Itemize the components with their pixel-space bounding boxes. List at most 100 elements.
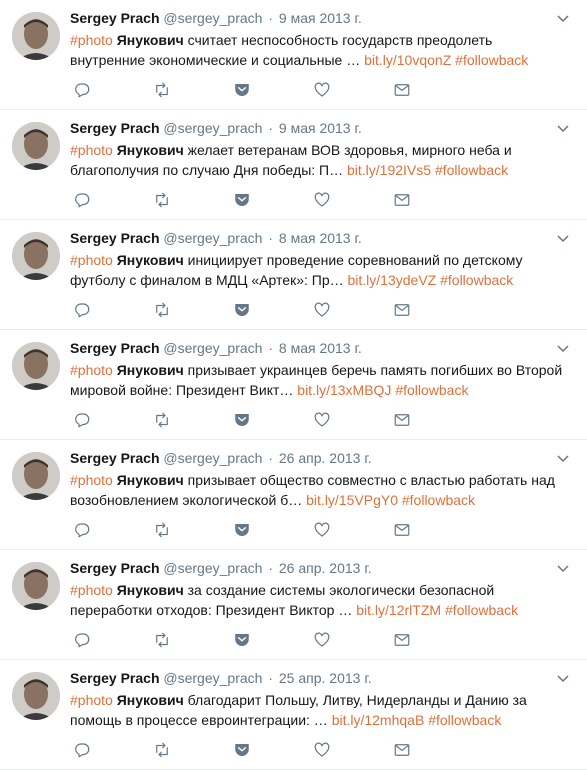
- hashtag-followback[interactable]: #followback: [440, 272, 513, 288]
- chevron-down-icon[interactable]: [555, 560, 571, 576]
- tweet-date[interactable]: 9 мая 2013 г.: [279, 120, 362, 136]
- envelope-icon[interactable]: [392, 630, 412, 650]
- tweet[interactable]: Sergey Prach @sergey_prach · 8 мая 2013 …: [0, 220, 587, 330]
- chevron-down-icon[interactable]: [555, 450, 571, 466]
- heart-icon[interactable]: [312, 410, 332, 430]
- envelope-icon[interactable]: [392, 410, 412, 430]
- tweet-date[interactable]: 8 мая 2013 г.: [279, 340, 362, 356]
- pocket-icon[interactable]: [232, 520, 252, 540]
- chevron-down-icon[interactable]: [555, 340, 571, 356]
- hashtag-followback[interactable]: #followback: [395, 382, 468, 398]
- hashtag-photo[interactable]: #photo: [70, 142, 113, 158]
- author-name[interactable]: Sergey Prach: [70, 340, 160, 356]
- pocket-icon[interactable]: [232, 740, 252, 760]
- tweet[interactable]: Sergey Prach @sergey_prach · 26 апр. 201…: [0, 550, 587, 660]
- hashtag-followback[interactable]: #followback: [435, 162, 508, 178]
- chevron-down-icon[interactable]: [555, 10, 571, 26]
- envelope-icon[interactable]: [392, 300, 412, 320]
- heart-icon[interactable]: [312, 300, 332, 320]
- hashtag-photo[interactable]: #photo: [70, 362, 113, 378]
- avatar[interactable]: [12, 672, 60, 720]
- reply-icon[interactable]: [72, 300, 92, 320]
- retweet-icon[interactable]: [152, 520, 172, 540]
- pocket-icon[interactable]: [232, 410, 252, 430]
- heart-icon[interactable]: [312, 740, 332, 760]
- author-handle[interactable]: @sergey_prach: [163, 120, 262, 136]
- reply-icon[interactable]: [72, 410, 92, 430]
- author-handle[interactable]: @sergey_prach: [163, 230, 262, 246]
- pocket-icon[interactable]: [232, 80, 252, 100]
- avatar[interactable]: [12, 342, 60, 390]
- retweet-icon[interactable]: [152, 740, 172, 760]
- tweet[interactable]: Sergey Prach @sergey_prach · 9 мая 2013 …: [0, 110, 587, 220]
- hashtag-photo[interactable]: #photo: [70, 692, 113, 708]
- reply-icon[interactable]: [72, 740, 92, 760]
- heart-icon[interactable]: [312, 80, 332, 100]
- envelope-icon[interactable]: [392, 740, 412, 760]
- reply-icon[interactable]: [72, 520, 92, 540]
- tweet-date[interactable]: 26 апр. 2013 г.: [279, 560, 372, 576]
- hashtag-photo[interactable]: #photo: [70, 32, 113, 48]
- hashtag-photo[interactable]: #photo: [70, 252, 113, 268]
- retweet-icon[interactable]: [152, 190, 172, 210]
- keyword: Янукович: [116, 32, 184, 48]
- tweet-link[interactable]: bit.ly/15VPgY0: [306, 492, 398, 508]
- avatar[interactable]: [12, 452, 60, 500]
- heart-icon[interactable]: [312, 520, 332, 540]
- tweet-link[interactable]: bit.ly/12rlTZM: [356, 602, 441, 618]
- tweet-actions: [70, 80, 420, 100]
- chevron-down-icon[interactable]: [555, 670, 571, 686]
- tweet-date[interactable]: 26 апр. 2013 г.: [279, 450, 372, 466]
- reply-icon[interactable]: [72, 190, 92, 210]
- hashtag-followback[interactable]: #followback: [428, 712, 501, 728]
- tweet[interactable]: Sergey Prach @sergey_prach · 25 апр. 201…: [0, 660, 587, 770]
- author-name[interactable]: Sergey Prach: [70, 230, 160, 246]
- hashtag-followback[interactable]: #followback: [402, 492, 475, 508]
- author-handle[interactable]: @sergey_prach: [163, 340, 262, 356]
- envelope-icon[interactable]: [392, 520, 412, 540]
- retweet-icon[interactable]: [152, 630, 172, 650]
- chevron-down-icon[interactable]: [555, 120, 571, 136]
- tweet-link[interactable]: bit.ly/12mhqaB: [332, 712, 425, 728]
- envelope-icon[interactable]: [392, 80, 412, 100]
- author-handle[interactable]: @sergey_prach: [163, 450, 262, 466]
- chevron-down-icon[interactable]: [555, 230, 571, 246]
- tweet-date[interactable]: 9 мая 2013 г.: [279, 10, 362, 26]
- author-name[interactable]: Sergey Prach: [70, 10, 160, 26]
- author-handle[interactable]: @sergey_prach: [163, 670, 262, 686]
- author-name[interactable]: Sergey Prach: [70, 560, 160, 576]
- avatar[interactable]: [12, 122, 60, 170]
- pocket-icon[interactable]: [232, 190, 252, 210]
- reply-icon[interactable]: [72, 630, 92, 650]
- pocket-icon[interactable]: [232, 630, 252, 650]
- heart-icon[interactable]: [312, 190, 332, 210]
- author-name[interactable]: Sergey Prach: [70, 120, 160, 136]
- author-handle[interactable]: @sergey_prach: [163, 560, 262, 576]
- tweet-date[interactable]: 25 апр. 2013 г.: [279, 670, 372, 686]
- reply-icon[interactable]: [72, 80, 92, 100]
- tweet-date[interactable]: 8 мая 2013 г.: [279, 230, 362, 246]
- tweet-link[interactable]: bit.ly/10vqonZ: [364, 52, 451, 68]
- author-name[interactable]: Sergey Prach: [70, 670, 160, 686]
- author-name[interactable]: Sergey Prach: [70, 450, 160, 466]
- tweet[interactable]: Sergey Prach @sergey_prach · 26 апр. 201…: [0, 440, 587, 550]
- tweet-link[interactable]: bit.ly/13xMBQJ: [297, 382, 391, 398]
- hashtag-followback[interactable]: #followback: [445, 602, 518, 618]
- tweet-link[interactable]: bit.ly/13ydeVZ: [348, 272, 437, 288]
- tweet[interactable]: Sergey Prach @sergey_prach · 9 мая 2013 …: [0, 0, 587, 110]
- retweet-icon[interactable]: [152, 300, 172, 320]
- author-handle[interactable]: @sergey_prach: [163, 10, 262, 26]
- tweet[interactable]: Sergey Prach @sergey_prach · 8 мая 2013 …: [0, 330, 587, 440]
- hashtag-photo[interactable]: #photo: [70, 472, 113, 488]
- heart-icon[interactable]: [312, 630, 332, 650]
- hashtag-followback[interactable]: #followback: [455, 52, 528, 68]
- retweet-icon[interactable]: [152, 80, 172, 100]
- retweet-icon[interactable]: [152, 410, 172, 430]
- avatar[interactable]: [12, 562, 60, 610]
- avatar[interactable]: [12, 12, 60, 60]
- avatar[interactable]: [12, 232, 60, 280]
- hashtag-photo[interactable]: #photo: [70, 582, 113, 598]
- tweet-link[interactable]: bit.ly/192IVs5: [347, 162, 431, 178]
- pocket-icon[interactable]: [232, 300, 252, 320]
- envelope-icon[interactable]: [392, 190, 412, 210]
